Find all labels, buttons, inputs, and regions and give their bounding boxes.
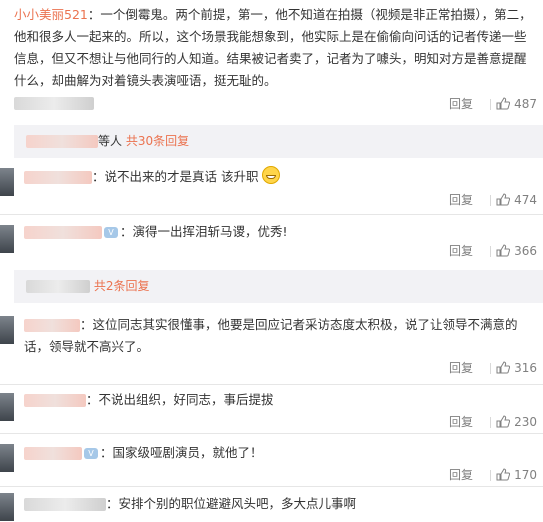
reply-thread-link[interactable]: 共2条回复 xyxy=(94,279,150,293)
divider xyxy=(490,363,491,374)
reply-button[interactable]: 回复 xyxy=(449,190,473,210)
divider xyxy=(490,99,491,110)
comment-body: ：不说出组织，好同志，事后提拔 xyxy=(86,392,274,407)
commenter-name[interactable] xyxy=(24,447,82,460)
like-button[interactable]: 230 xyxy=(495,412,537,432)
thumbs-up-icon xyxy=(496,361,511,374)
comment-body: ：演得一出挥泪斩马谡，优秀! xyxy=(120,224,288,239)
comment-text: 小小美丽521：一个倒霉鬼。两个前提，第一，他不知道在拍摄（视频是非正常拍摄），… xyxy=(14,4,533,92)
like-count: 474 xyxy=(514,193,537,207)
thumbs-up-icon xyxy=(496,97,511,110)
comment-item: ：这位同志其实很懂事，他要是回应记者采访态度太积极，说了让领导不满意的话，领导就… xyxy=(0,306,543,386)
thumbs-up-icon xyxy=(496,415,511,428)
grin-emoji-icon xyxy=(262,166,281,184)
comment-body: ：一个倒霉鬼。两个前提，第一，他不知道在拍摄（视频是非正常拍摄），第二，他和很多… xyxy=(14,7,532,88)
comment-body: ：说不出来的才是真话 该升职 xyxy=(92,169,259,184)
commenter-name[interactable] xyxy=(24,171,92,184)
reply-thread-link[interactable]: 共30条回复 xyxy=(126,134,189,148)
comment-item: ：说不出来的才是真话 该升职 回复 474 xyxy=(0,158,543,214)
reply-button[interactable]: 回复 xyxy=(449,358,473,378)
like-button[interactable]: 366 xyxy=(495,241,537,261)
like-count: 170 xyxy=(514,468,537,482)
commenter-name[interactable] xyxy=(24,498,106,511)
reply-button[interactable]: 回复 xyxy=(449,241,473,261)
divider xyxy=(490,195,491,206)
reply-button[interactable]: 回复 xyxy=(449,465,473,485)
comment-body: ：安排个别的职位避避风头吧，多大点儿事啊 xyxy=(106,496,357,511)
reply-button[interactable]: 回复 xyxy=(449,94,473,114)
like-count: 230 xyxy=(514,415,537,429)
member-badge-icon: V xyxy=(104,227,118,238)
commenter-name[interactable] xyxy=(24,394,86,407)
like-count: 316 xyxy=(514,361,537,375)
comment-text: ：说不出来的才是真话 该升职 xyxy=(24,166,533,188)
comment-item: ：不说出组织，好同志，事后提拔 回复 230 xyxy=(0,385,543,431)
divider xyxy=(490,470,491,481)
like-button[interactable]: 474 xyxy=(495,190,537,210)
comment-text: ：这位同志其实很懂事，他要是回应记者采访态度太积极，说了让领导不满意的话，领导就… xyxy=(24,314,533,358)
replier-names xyxy=(26,135,98,148)
like-button[interactable]: 316 xyxy=(495,358,537,378)
comment-text: ：不说出组织，好同志，事后提拔 xyxy=(24,389,533,411)
like-button[interactable]: 170 xyxy=(495,465,537,485)
like-count: 487 xyxy=(514,97,537,111)
avatar[interactable] xyxy=(0,493,14,521)
avatar[interactable] xyxy=(0,316,14,344)
replier-names xyxy=(26,280,90,293)
comment-item: V ：国家级哑剧演员，就他了！ 回复 170 xyxy=(0,434,543,484)
comment-text: V ：国家级哑剧演员，就他了！ xyxy=(24,442,533,464)
reply-thread-summary[interactable]: 共2条回复 xyxy=(14,270,543,303)
thumbs-up-icon xyxy=(496,193,511,206)
divider xyxy=(490,246,491,257)
reply-thread-summary[interactable]: 等人 共30条回复 xyxy=(14,125,543,158)
comment-item: V ：演得一出挥泪斩马谡，优秀! 回复 366 xyxy=(0,215,543,271)
comment-item: ：安排个别的职位避避风头吧，多大点儿事啊 xyxy=(0,487,543,522)
comment-item: 小小美丽521：一个倒霉鬼。两个前提，第一，他不知道在拍摄（视频是非正常拍摄），… xyxy=(0,0,543,125)
comment-body: ：这位同志其实很懂事，他要是回应记者采访态度太积极，说了让领导不满意的话，领导就… xyxy=(24,317,518,354)
thumbs-up-icon xyxy=(496,468,511,481)
commenter-name[interactable]: 小小美丽521 xyxy=(14,7,88,22)
commenter-name[interactable] xyxy=(24,226,102,239)
reply-button[interactable]: 回复 xyxy=(449,412,473,432)
commenter-name[interactable] xyxy=(24,319,80,332)
like-button[interactable]: 487 xyxy=(495,94,537,114)
member-badge-icon: V xyxy=(84,448,98,459)
comment-text: ：安排个别的职位避避风头吧，多大点儿事啊 xyxy=(24,493,533,515)
comment-body: ：国家级哑剧演员，就他了！ xyxy=(100,445,263,460)
comment-text: V ：演得一出挥泪斩马谡，优秀! xyxy=(24,221,533,243)
thumbs-up-icon xyxy=(496,244,511,257)
divider xyxy=(490,417,491,428)
like-count: 366 xyxy=(514,244,537,258)
reply-thread-suffix: 等人 xyxy=(98,134,123,148)
